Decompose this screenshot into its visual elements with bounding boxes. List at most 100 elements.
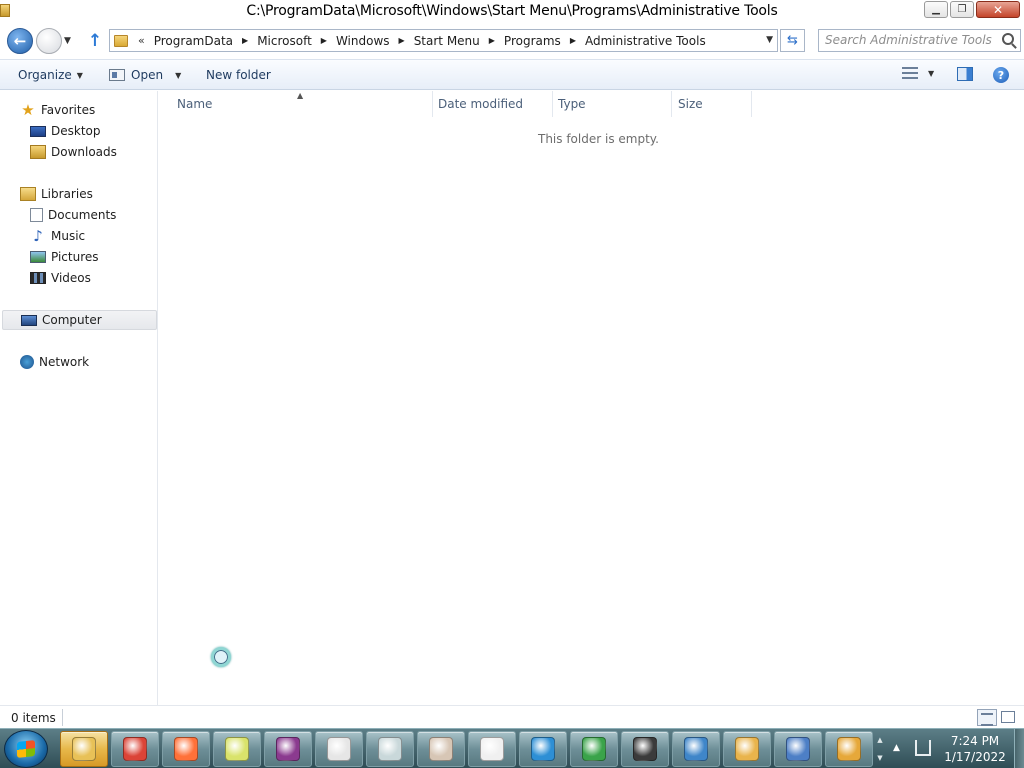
nav-item-network[interactable]: Network	[20, 352, 89, 372]
close-button[interactable]: ✕	[976, 1, 1020, 18]
nav-item-pictures[interactable]: Pictures	[30, 247, 99, 267]
column-header-date-modified[interactable]: Date modified	[438, 97, 523, 117]
taskbar-app-button[interactable]	[417, 731, 465, 767]
busy-cursor-icon	[211, 647, 231, 667]
chevron-right-icon[interactable]: ▶	[489, 36, 495, 45]
chevron-right-icon[interactable]: ▶	[242, 36, 248, 45]
refresh-button[interactable]: ⇆	[780, 29, 805, 52]
performance-monitor-icon	[378, 737, 402, 761]
chevron-right-icon[interactable]: ▶	[321, 36, 327, 45]
taskbar-app-button[interactable]	[213, 731, 261, 767]
change-view-button[interactable]: ▼	[902, 67, 934, 79]
nav-item-computer[interactable]: Computer	[2, 310, 157, 330]
nav-item-desktop[interactable]: Desktop	[30, 121, 101, 141]
address-bar[interactable]: « ProgramData ▶ Microsoft ▶ Windows ▶ Start…	[109, 29, 778, 52]
arrow-up-icon: ↑	[87, 31, 103, 51]
network-tray-icon[interactable]	[915, 740, 931, 756]
taskbar-app-button[interactable]	[264, 731, 312, 767]
sticky-notes-icon	[225, 737, 249, 761]
new-folder-button[interactable]: New folder	[206, 68, 271, 82]
nav-item-videos[interactable]: Videos	[30, 268, 91, 288]
chevron-up-icon[interactable]: ▲	[877, 736, 882, 744]
breadcrumb-item[interactable]: Start Menu ▶	[414, 34, 495, 48]
open-button[interactable]: Open ▼	[109, 68, 181, 82]
downloads-folder-icon	[30, 145, 46, 159]
taskbar-app-button[interactable]	[519, 731, 567, 767]
search-box[interactable]	[818, 29, 1021, 52]
recent-pages-dropdown[interactable]: ▼	[64, 36, 71, 46]
search-input[interactable]	[825, 33, 995, 47]
minimize-icon: ▁	[932, 4, 940, 15]
chevron-down-icon: ▼	[175, 70, 182, 80]
taskbar-app-button[interactable]	[774, 731, 822, 767]
start-button[interactable]	[4, 730, 48, 768]
back-button[interactable]: ←	[7, 28, 33, 54]
column-divider[interactable]	[432, 91, 433, 117]
taskbar-app-button[interactable]	[570, 731, 618, 767]
open-icon	[109, 69, 125, 81]
taskbar-app-button[interactable]	[723, 731, 771, 767]
paint-icon	[735, 737, 759, 761]
preview-pane-button[interactable]	[957, 67, 973, 81]
nav-item-music[interactable]: ♪ Music	[30, 226, 85, 246]
clock-icon	[480, 737, 504, 761]
search-icon[interactable]	[1002, 33, 1014, 45]
folder-icon	[114, 34, 128, 47]
help-button[interactable]: ?	[993, 67, 1009, 83]
address-dropdown-button[interactable]: ▼	[766, 35, 773, 45]
computer-icon	[21, 314, 37, 326]
column-header-type[interactable]: Type	[558, 97, 586, 117]
navigation-pane: ★ Favorites Desktop Downloads Libraries D…	[0, 91, 158, 705]
organize-button[interactable]: Organize ▼	[18, 68, 83, 82]
chevron-right-icon[interactable]: ▶	[570, 36, 576, 45]
taskbar-app-button[interactable]	[366, 731, 414, 767]
large-icons-view-button[interactable]	[1001, 711, 1015, 723]
taskbar-app-button[interactable]	[672, 731, 720, 767]
clock-date: 1/17/2022	[944, 750, 1006, 764]
nav-item-documents[interactable]: Documents	[30, 205, 116, 225]
winrar-icon	[276, 737, 300, 761]
breadcrumb-item[interactable]: Microsoft ▶	[257, 34, 327, 48]
taskbar-app-button[interactable]	[111, 731, 159, 767]
details-view-button[interactable]	[977, 709, 997, 726]
window-title: C:\ProgramData\Microsoft\Windows\Start M…	[246, 3, 778, 19]
forward-button[interactable]	[36, 28, 62, 54]
nav-item-favorites[interactable]: ★ Favorites	[20, 100, 95, 120]
breadcrumb-item[interactable]: Administrative Tools	[585, 34, 706, 48]
breadcrumb-overflow[interactable]: «	[138, 34, 145, 47]
breadcrumb-item[interactable]: Windows ▶	[336, 34, 405, 48]
column-divider[interactable]	[751, 91, 752, 117]
column-header-size[interactable]: Size	[678, 97, 703, 117]
file-list[interactable]: ▲ Name Date modified Type Size This fold…	[159, 91, 1024, 705]
up-button[interactable]: ↑	[86, 31, 104, 51]
breadcrumb-item[interactable]: ProgramData ▶	[154, 34, 248, 48]
column-divider[interactable]	[671, 91, 672, 117]
column-divider[interactable]	[552, 91, 553, 117]
show-desktop-button[interactable]	[1014, 729, 1024, 768]
taskbar-scroll[interactable]: ▲ ▼	[874, 729, 886, 768]
taskbar-app-button[interactable]	[162, 731, 210, 767]
breadcrumb-item[interactable]: Programs ▶	[504, 34, 576, 48]
star-icon: ★	[21, 101, 35, 119]
close-icon: ✕	[992, 2, 1004, 17]
chevron-right-icon[interactable]: ▶	[399, 36, 405, 45]
taskbar-app-button[interactable]	[60, 731, 108, 767]
window-controls: ▁ ❐ ✕	[924, 1, 1020, 18]
nav-item-libraries[interactable]: Libraries	[20, 184, 93, 204]
navigation-bar: ← ▼ ↑ « ProgramData ▶ Microsoft ▶ Windows ▶…	[0, 26, 1024, 56]
column-header-name[interactable]: Name	[177, 97, 212, 117]
show-hidden-icons-button[interactable]: ▲	[893, 743, 900, 753]
chevron-down-icon: ▼	[928, 68, 935, 78]
chevron-down-icon[interactable]: ▼	[877, 754, 882, 762]
minimize-button[interactable]: ▁	[924, 1, 948, 18]
taskbar-app-button[interactable]	[825, 731, 873, 767]
taskbar-app-button[interactable]	[315, 731, 363, 767]
taskbar-app-button[interactable]	[621, 731, 669, 767]
restore-button[interactable]: ❐	[950, 1, 974, 18]
resource-monitor-icon	[429, 737, 453, 761]
taskbar-app-button[interactable]	[468, 731, 516, 767]
nav-item-downloads[interactable]: Downloads	[30, 142, 117, 162]
status-divider	[62, 709, 63, 726]
clock[interactable]: 7:24 PM 1/17/2022	[940, 733, 1010, 765]
command-bar: Organize ▼ Open ▼ New folder ▼ ?	[0, 59, 1024, 90]
